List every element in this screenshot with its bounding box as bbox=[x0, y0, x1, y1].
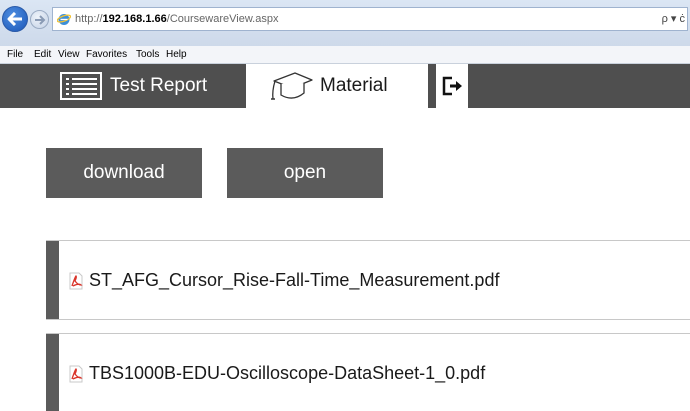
menu-edit[interactable]: Edit bbox=[34, 46, 51, 63]
download-button[interactable]: download bbox=[46, 148, 202, 198]
menu-file[interactable]: File bbox=[7, 46, 23, 63]
menu-help[interactable]: Help bbox=[166, 46, 187, 63]
tab-test-report-label: Test Report bbox=[110, 75, 208, 96]
file-name: ST_AFG_Cursor_Rise-Fall-Time_Measurement… bbox=[89, 270, 500, 290]
file-list-item[interactable]: TBS1000B-EDU-Oscilloscope-DataSheet-1_0.… bbox=[46, 333, 690, 411]
ie-icon bbox=[57, 14, 71, 25]
tab-test-report[interactable]: Test Report bbox=[56, 64, 238, 108]
address-bar[interactable]: http://192.168.1.66/CoursewareView.aspx … bbox=[52, 7, 688, 31]
arrow-left-icon bbox=[7, 12, 22, 26]
menu-bar: File Edit View Favorites Tools Help bbox=[0, 46, 690, 64]
menu-view[interactable]: View bbox=[58, 46, 80, 63]
arrow-right-icon bbox=[34, 14, 45, 25]
address-tools[interactable]: ρ ▾ ċ bbox=[662, 8, 685, 30]
url-text: http://192.168.1.66/CoursewareView.aspx bbox=[75, 13, 279, 25]
list-icon bbox=[60, 72, 102, 100]
tab-material-label: Material bbox=[320, 75, 388, 96]
file-list-item[interactable]: ST_AFG_Cursor_Rise-Fall-Time_Measurement… bbox=[46, 240, 690, 320]
open-button[interactable]: open bbox=[227, 148, 383, 198]
menu-tools[interactable]: Tools bbox=[136, 46, 159, 63]
file-item-accent bbox=[46, 241, 59, 319]
browser-toolbar: http://192.168.1.66/CoursewareView.aspx … bbox=[0, 0, 690, 46]
pdf-icon bbox=[69, 365, 83, 383]
logout-icon bbox=[442, 76, 462, 96]
logout-button[interactable] bbox=[436, 64, 468, 108]
back-button[interactable] bbox=[2, 6, 28, 32]
tab-material[interactable]: Material bbox=[246, 64, 428, 108]
graduation-cap-icon bbox=[271, 72, 313, 100]
file-item-accent bbox=[46, 334, 59, 411]
file-name: TBS1000B-EDU-Oscilloscope-DataSheet-1_0.… bbox=[89, 363, 486, 383]
menu-favorites[interactable]: Favorites bbox=[86, 46, 127, 63]
pdf-icon bbox=[69, 272, 83, 290]
forward-button[interactable] bbox=[30, 10, 49, 29]
